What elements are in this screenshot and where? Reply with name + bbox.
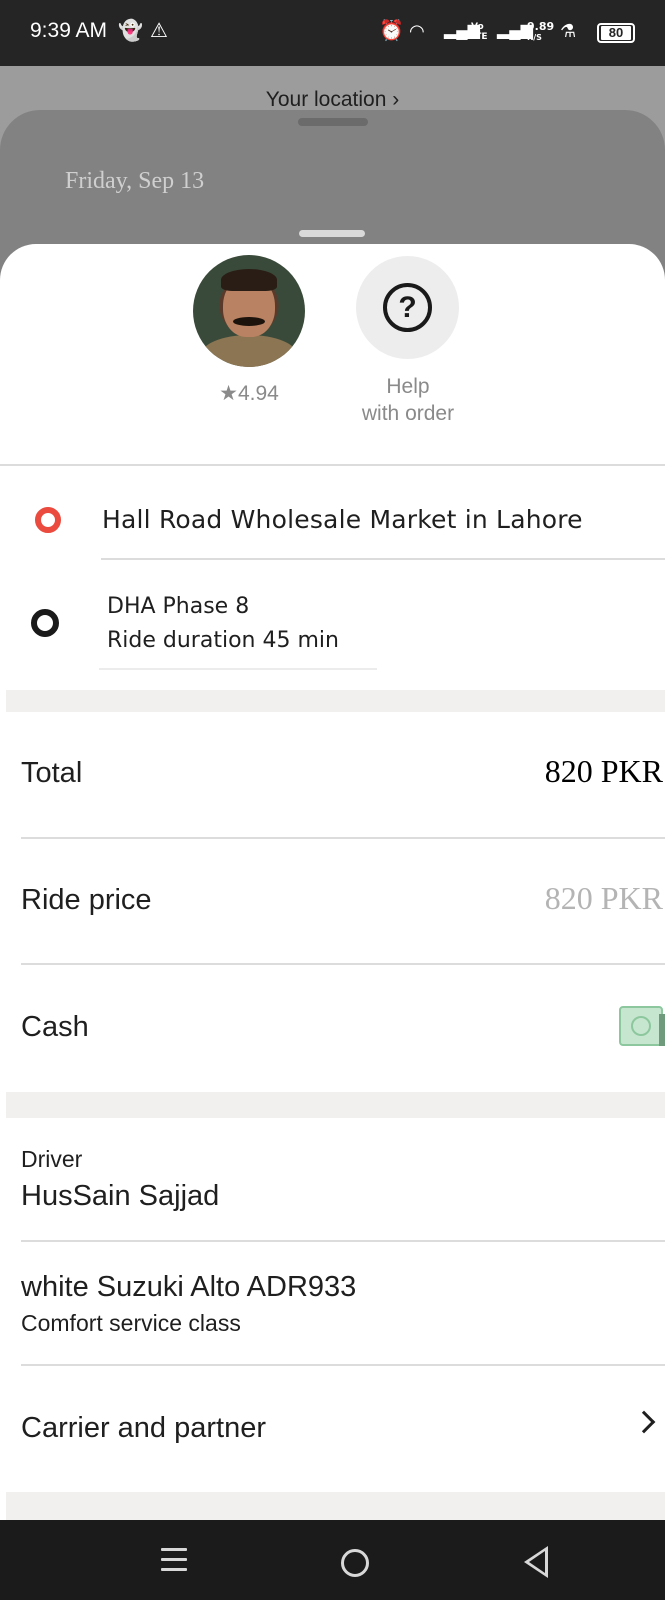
total-value: 820 PKR [544, 753, 663, 789]
battery-icon: 80 [597, 23, 635, 43]
driver-rating: ★4.94 [219, 382, 279, 405]
help-label[interactable]: Help with order [336, 373, 480, 427]
car-description: white Suzuki Alto ADR933 [21, 1271, 357, 1303]
system-nav-bar [0, 1520, 665, 1600]
ride-price-label: Ride price [21, 884, 152, 916]
back-triangle-icon[interactable] [524, 1546, 548, 1578]
sheet-drag-handle[interactable] [299, 230, 365, 237]
battery-level: 80 [601, 26, 631, 40]
cash-icon [619, 1006, 665, 1046]
speed-value: 9.89 [527, 20, 555, 33]
ride-price-value: 820 PKR [544, 880, 663, 916]
alarm-icon: ⏰ [379, 20, 404, 42]
payment-method-label[interactable]: Cash [21, 1011, 89, 1044]
recents-menu-icon[interactable] [161, 1548, 187, 1572]
divider [101, 558, 665, 560]
driver-avatar[interactable] [193, 255, 305, 367]
network-speed: 9.89 K/S [527, 20, 555, 43]
divider [99, 668, 377, 670]
service-class: Comfort service class [21, 1310, 241, 1336]
wifi-icon: ◠ [409, 21, 425, 41]
speed-unit: K/S [527, 33, 542, 42]
section-gap [6, 1092, 665, 1118]
divider [21, 1364, 665, 1366]
divider [21, 1240, 665, 1242]
question-icon: ? [383, 283, 432, 332]
flask-icon: ⚗ [560, 21, 577, 41]
ride-duration: Ride duration 45 min [107, 628, 339, 653]
pickup-address: Hall Road Wholesale Market in Lahore [102, 505, 583, 534]
dropoff-dot-icon [31, 609, 59, 637]
ride-date: Friday, Sep 13 [65, 168, 205, 194]
snapchat-icon: 👻 [118, 20, 143, 42]
divider [0, 464, 665, 466]
total-label: Total [21, 757, 83, 789]
background-drag-handle [298, 118, 368, 126]
section-gap [6, 1492, 665, 1520]
divider [21, 837, 665, 839]
dropoff-address: DHA Phase 8 [107, 594, 250, 619]
section-gap [6, 690, 665, 712]
divider [21, 963, 665, 965]
carrier-partner-link[interactable]: Carrier and partner [21, 1412, 266, 1445]
volte-icon: Vo LTE [471, 22, 488, 42]
pickup-dot-icon [35, 507, 61, 533]
status-bar: 9:39 AM 👻 ⚠ ⏰ ◠ ▂▄▆ Vo LTE ▂▄▆ 9.89 K/S … [0, 0, 665, 66]
alert-icon: ⚠ [150, 20, 168, 42]
driver-label: Driver [21, 1146, 83, 1172]
your-location-link[interactable]: Your location › [0, 88, 665, 112]
home-circle-icon[interactable] [341, 1549, 369, 1577]
driver-name: HusSain Sajjad [21, 1180, 220, 1212]
help-button[interactable]: ? [356, 256, 459, 359]
status-time: 9:39 AM [30, 19, 108, 42]
dropoff-block: DHA Phase 8 Ride duration 45 min [107, 590, 339, 658]
